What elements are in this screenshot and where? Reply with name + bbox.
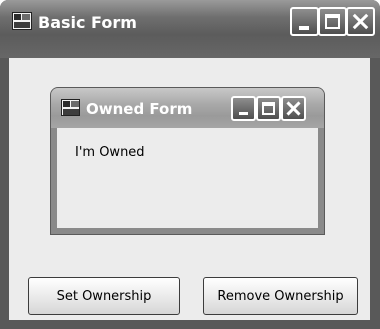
- maximize-button[interactable]: [318, 7, 347, 36]
- maximize-icon: [325, 14, 340, 29]
- owned-client-area: I'm Owned: [57, 128, 318, 228]
- minimize-icon: [239, 112, 248, 115]
- close-icon: [285, 100, 302, 117]
- maximize-icon: [262, 102, 275, 115]
- close-button[interactable]: [346, 7, 375, 36]
- app-icon[interactable]: [12, 12, 32, 30]
- minimize-icon: [299, 26, 309, 30]
- main-window-title: Basic Form: [38, 13, 137, 32]
- owned-label: I'm Owned: [75, 145, 145, 160]
- owned-minimize-button[interactable]: [231, 96, 256, 121]
- app-icon[interactable]: [61, 99, 80, 116]
- main-window: Basic Form Owned Form I'm Owned Set Owne…: [0, 0, 380, 329]
- owned-window: Owned Form I'm Owned: [51, 88, 324, 234]
- minimize-button[interactable]: [290, 7, 319, 36]
- owned-titlebar[interactable]: Owned Form: [51, 88, 324, 128]
- main-titlebar[interactable]: Basic Form: [0, 0, 380, 58]
- owned-window-title: Owned Form: [86, 100, 193, 118]
- close-icon: [351, 12, 370, 31]
- owned-close-button[interactable]: [281, 96, 306, 121]
- set-ownership-button[interactable]: Set Ownership: [28, 277, 180, 315]
- owned-maximize-button[interactable]: [256, 96, 281, 121]
- remove-ownership-button[interactable]: Remove Ownership: [203, 277, 358, 315]
